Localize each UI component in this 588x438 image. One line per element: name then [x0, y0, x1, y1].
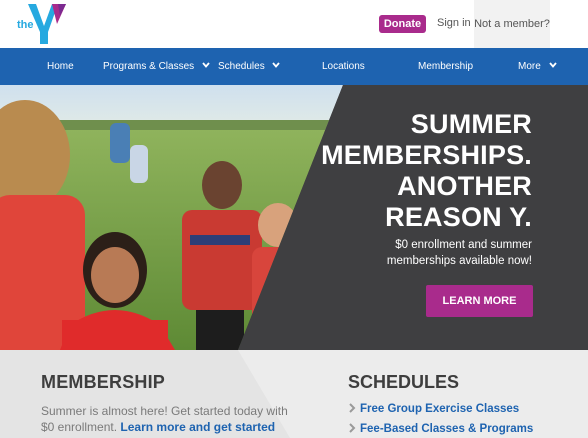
- donate-button[interactable]: Donate: [379, 15, 426, 33]
- free-group-exercise-link[interactable]: Free Group Exercise Classes: [348, 403, 519, 415]
- nav-item-home[interactable]: Home: [47, 48, 74, 85]
- learn-more-get-started-link[interactable]: Learn more and get started: [120, 420, 275, 434]
- svg-text:the: the: [17, 19, 34, 31]
- chevron-down-icon: [202, 62, 210, 69]
- fee-based-classes-link[interactable]: Fee-Based Classes & Programs: [348, 423, 533, 435]
- membership-title: MEMBERSHIP: [41, 372, 166, 392]
- info-section: MEMBERSHIP Summer is almost here! Get st…: [0, 350, 588, 438]
- chevron-right-icon: [349, 423, 356, 433]
- nav-item-schedules[interactable]: Schedules: [218, 48, 281, 85]
- ymca-logo[interactable]: the: [14, 2, 68, 46]
- chevron-down-icon: [272, 62, 281, 69]
- nav-item-locations[interactable]: Locations: [322, 48, 365, 85]
- chevron-right-icon: [349, 403, 356, 413]
- chevron-down-icon: [548, 62, 557, 69]
- nav-item-more[interactable]: More: [518, 48, 558, 85]
- nav-item-programs-classes[interactable]: Programs & Classes: [103, 48, 211, 85]
- schedules-title: SCHEDULES: [348, 372, 460, 392]
- top-bar: the Donate Sign in Not a member?: [0, 0, 588, 48]
- main-nav: Home Programs & Classes Schedules Locati…: [0, 48, 588, 85]
- membership-text: Summer is almost here! Get started today…: [41, 404, 288, 434]
- hero-subhead: $0 enrollment and summer memberships ava…: [386, 239, 532, 267]
- hero-headline: SUMMER MEMBERSHIPS. ANOTHER REASON Y.: [321, 109, 532, 232]
- nav-item-membership[interactable]: Membership: [418, 48, 473, 85]
- hero-banner: SUMMER MEMBERSHIPS. ANOTHER REASON Y. $0…: [0, 85, 588, 350]
- not-a-member-link[interactable]: Not a member?: [474, 0, 550, 48]
- sign-in-link[interactable]: Sign in: [437, 17, 471, 29]
- learn-more-button[interactable]: LEARN MORE: [426, 285, 533, 317]
